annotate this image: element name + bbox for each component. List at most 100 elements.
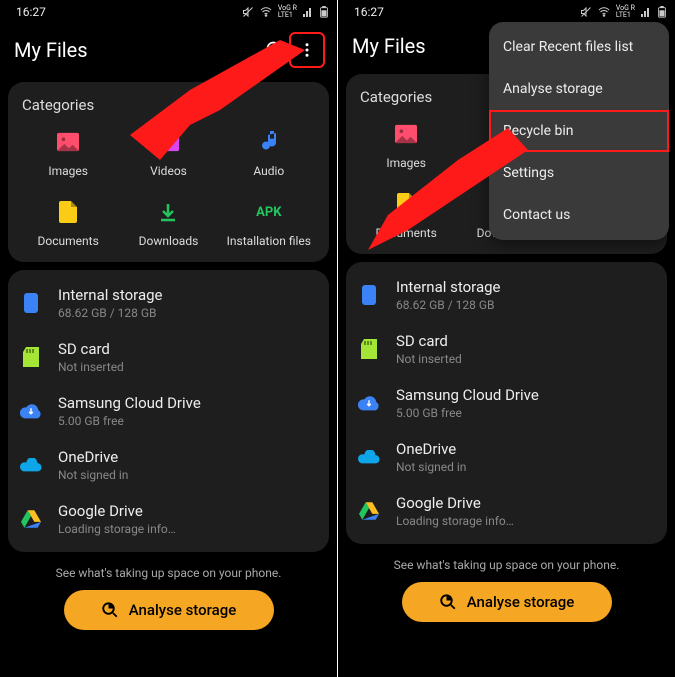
analyse-label: Analyse storage bbox=[129, 601, 237, 619]
category-label: Images bbox=[386, 156, 426, 170]
storage-sub: Loading storage info… bbox=[396, 514, 514, 528]
wifi-icon bbox=[260, 6, 272, 18]
sd-icon bbox=[358, 338, 380, 360]
storage-samsung-cloud-drive[interactable]: Samsung Cloud Drive5.00 GB free bbox=[16, 384, 321, 438]
categories-grid: Images Videos Audio Documents Downloads APK In… bbox=[18, 128, 319, 248]
footer-note: See what's taking up space on your phone… bbox=[0, 566, 337, 580]
analyse-icon bbox=[101, 601, 119, 619]
mute-icon bbox=[580, 6, 592, 18]
overflow-menu: Clear Recent files listAnalyse storageRe… bbox=[489, 22, 669, 240]
menu-recycle-bin[interactable]: Recycle bin bbox=[489, 110, 669, 152]
status-time: 16:27 bbox=[16, 5, 46, 19]
app-header: My Files bbox=[0, 24, 337, 82]
category-label: Audio bbox=[253, 164, 284, 178]
storage-name: Google Drive bbox=[58, 502, 176, 520]
category-installation-files[interactable]: APK Installation files bbox=[219, 198, 319, 248]
mute-icon bbox=[242, 6, 254, 18]
more-button[interactable] bbox=[291, 34, 323, 66]
storage-name: Samsung Cloud Drive bbox=[396, 386, 539, 404]
storage-name: Google Drive bbox=[396, 494, 514, 512]
category-label: Downloads bbox=[139, 234, 199, 248]
cloud-icon bbox=[358, 392, 380, 414]
storage-name: Samsung Cloud Drive bbox=[58, 394, 201, 412]
storage-onedrive[interactable]: OneDrive Not signed in bbox=[354, 430, 659, 484]
battery-icon bbox=[657, 6, 667, 18]
storage-sub: 68.62 GB / 128 GB bbox=[58, 306, 163, 320]
download-icon bbox=[158, 198, 178, 226]
category-label: Documents bbox=[376, 226, 437, 240]
analyse-button[interactable]: Analyse storage bbox=[402, 582, 612, 622]
document-icon bbox=[397, 190, 415, 218]
category-videos[interactable]: Videos bbox=[118, 128, 218, 178]
status-bar: 16:27 VoG R LTE1 bbox=[338, 0, 675, 24]
search-button[interactable] bbox=[259, 34, 291, 66]
status-bar: 16:27 VoG R LTE1 bbox=[0, 0, 337, 24]
categories-card: Categories Images Videos Audio Documents Dow… bbox=[8, 82, 329, 262]
storage-sub: 68.62 GB / 128 GB bbox=[396, 298, 501, 312]
category-images[interactable]: Images bbox=[18, 128, 118, 178]
image-icon bbox=[57, 128, 79, 156]
storage-name: OneDrive bbox=[58, 448, 128, 466]
gdrive-icon bbox=[358, 500, 380, 522]
audio-icon bbox=[260, 128, 278, 156]
categories-title: Categories bbox=[18, 96, 319, 114]
phone-left: 16:27 VoG R LTE1 My Files Categories Ima… bbox=[0, 0, 337, 677]
menu-contact-us[interactable]: Contact us bbox=[489, 194, 669, 236]
gdrive-icon bbox=[20, 508, 42, 530]
storage-name: Internal storage bbox=[396, 278, 501, 296]
storage-internal-storage[interactable]: Internal storage 68.62 GB / 128 GB bbox=[16, 276, 321, 330]
analyse-label: Analyse storage bbox=[467, 593, 575, 611]
storage-sd-card[interactable]: SD card Not inserted bbox=[16, 330, 321, 384]
category-audio[interactable]: Audio bbox=[219, 128, 319, 178]
storage-name: Internal storage bbox=[58, 286, 163, 304]
menu-clear-recent-files-list[interactable]: Clear Recent files list bbox=[489, 26, 669, 68]
storage-sub: Not signed in bbox=[396, 460, 466, 474]
category-documents[interactable]: Documents bbox=[356, 190, 456, 240]
apk-icon: APK bbox=[256, 198, 281, 226]
storage-sub: Not inserted bbox=[396, 352, 462, 366]
menu-settings[interactable]: Settings bbox=[489, 152, 669, 194]
category-label: Videos bbox=[150, 164, 187, 178]
onedrive-icon bbox=[358, 446, 380, 468]
network-label: VoG R LTE1 bbox=[616, 5, 635, 19]
storage-sub: 5.00 GB free bbox=[396, 406, 539, 420]
analyse-button[interactable]: Analyse storage bbox=[64, 590, 274, 630]
status-time: 16:27 bbox=[354, 5, 384, 19]
wifi-icon bbox=[598, 6, 610, 18]
storage-samsung-cloud-drive[interactable]: Samsung Cloud Drive 5.00 GB free bbox=[354, 376, 659, 430]
storage-internal-storage[interactable]: Internal storage 68.62 GB / 128 GB bbox=[354, 268, 659, 322]
page-title: My Files bbox=[352, 34, 426, 58]
footer-note: See what's taking up space on your phone… bbox=[338, 558, 675, 572]
onedrive-icon bbox=[20, 454, 42, 476]
storage-card: Internal storage 68.62 GB / 128 GB SD card… bbox=[8, 270, 329, 552]
storage-name: OneDrive bbox=[396, 440, 466, 458]
page-title: My Files bbox=[14, 38, 88, 62]
storage-sub: Not inserted bbox=[58, 360, 124, 374]
cloud-icon bbox=[20, 400, 42, 422]
storage-google-drive[interactable]: Google Drive Loading storage info… bbox=[16, 492, 321, 546]
storage-name: SD card bbox=[396, 332, 462, 350]
storage-onedrive[interactable]: OneDriveNot signed in bbox=[16, 438, 321, 492]
battery-icon bbox=[319, 6, 329, 18]
phone-icon bbox=[20, 292, 42, 314]
storage-sub: Loading storage info… bbox=[58, 522, 176, 536]
storage-google-drive[interactable]: Google Drive Loading storage info… bbox=[354, 484, 659, 538]
category-label: Documents bbox=[38, 234, 99, 248]
category-downloads[interactable]: Downloads bbox=[118, 198, 218, 248]
image-icon bbox=[395, 120, 417, 148]
sd-icon bbox=[20, 346, 42, 368]
phone-right: 16:27 VoG R LTE1 My Files Categories Ima… bbox=[338, 0, 675, 677]
menu-analyse-storage[interactable]: Analyse storage bbox=[489, 68, 669, 110]
category-label: Installation files bbox=[227, 234, 311, 248]
storage-name: SD card bbox=[58, 340, 124, 358]
network-label: VoG R LTE1 bbox=[278, 5, 297, 19]
document-icon bbox=[59, 198, 77, 226]
category-label: Images bbox=[48, 164, 88, 178]
signal-icon bbox=[303, 7, 313, 17]
phone-icon bbox=[358, 284, 380, 306]
category-images[interactable]: Images bbox=[356, 120, 456, 170]
signal-icon bbox=[641, 7, 651, 17]
analyse-icon bbox=[439, 593, 457, 611]
storage-sd-card[interactable]: SD card Not inserted bbox=[354, 322, 659, 376]
category-documents[interactable]: Documents bbox=[18, 198, 118, 248]
